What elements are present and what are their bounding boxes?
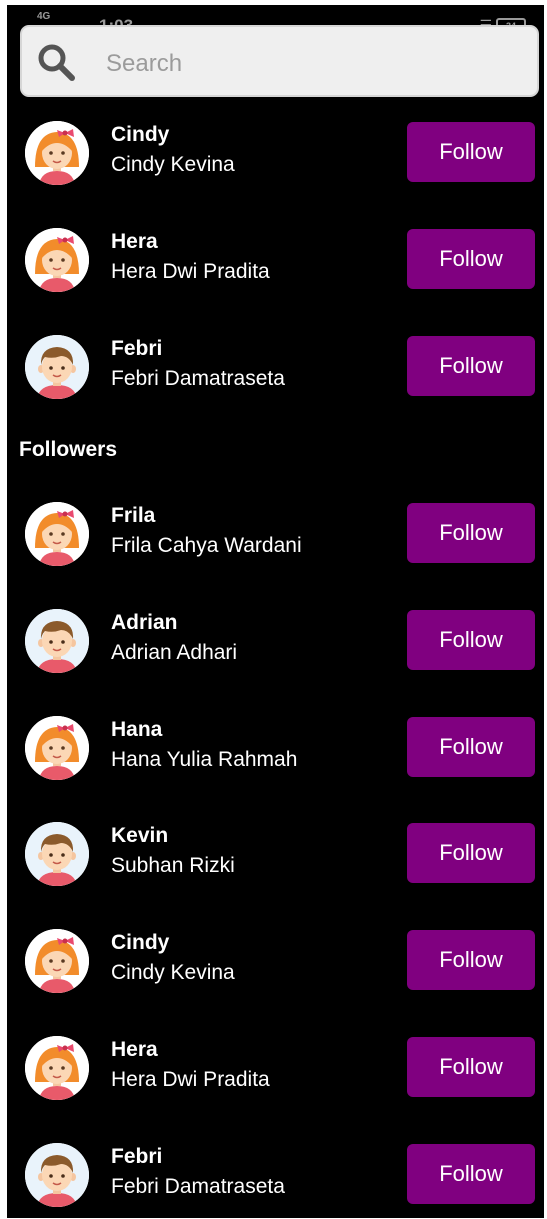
username: Cindy: [111, 123, 170, 146]
follow-button[interactable]: Follow: [407, 122, 535, 182]
app-screen: 4G 1:03 ☰ 34 Cindy Cindy Kevina Follow: [7, 5, 544, 1218]
username: Hera: [111, 230, 158, 253]
girl-avatar-icon: [25, 228, 89, 292]
girl-avatar-icon: [25, 502, 89, 566]
girl-avatar-icon: [25, 1036, 89, 1100]
list-item[interactable]: Adrian Adrian Adhari Follow: [7, 609, 544, 673]
full-name: Febri Damatraseta: [111, 1175, 285, 1198]
list-item[interactable]: Febri Febri Damatraseta Follow: [7, 335, 544, 399]
username: Kevin: [111, 824, 169, 847]
search-icon: [38, 44, 75, 81]
list-item[interactable]: Cindy Cindy Kevina Follow: [7, 929, 544, 993]
full-name: Frila Cahya Wardani: [111, 534, 302, 557]
list-item[interactable]: Kevin Subhan Rizki Follow: [7, 822, 544, 886]
list-item[interactable]: Febri Febri Damatraseta Follow: [7, 1143, 544, 1207]
follow-button[interactable]: Follow: [407, 503, 535, 563]
follow-button[interactable]: Follow: [407, 1144, 535, 1204]
username: Febri: [111, 1145, 163, 1168]
boy-avatar-icon: [25, 335, 89, 399]
list-item[interactable]: Hera Hera Dwi Pradita Follow: [7, 228, 544, 292]
full-name: Cindy Kevina: [111, 961, 235, 984]
list-item[interactable]: Frila Frila Cahya Wardani Follow: [7, 502, 544, 566]
list-item[interactable]: Hana Hana Yulia Rahmah Follow: [7, 716, 544, 780]
boy-avatar-icon: [25, 822, 89, 886]
follow-button[interactable]: Follow: [407, 717, 535, 777]
username: Adrian: [111, 611, 178, 634]
full-name: Febri Damatraseta: [111, 367, 285, 390]
follow-button[interactable]: Follow: [407, 930, 535, 990]
follow-button[interactable]: Follow: [407, 336, 535, 396]
boy-avatar-icon: [25, 609, 89, 673]
signal-indicator: 4G: [37, 11, 51, 22]
girl-avatar-icon: [25, 929, 89, 993]
full-name: Hana Yulia Rahmah: [111, 748, 298, 771]
list-item[interactable]: Cindy Cindy Kevina Follow: [7, 121, 544, 185]
follow-button[interactable]: Follow: [407, 823, 535, 883]
follow-button[interactable]: Follow: [407, 610, 535, 670]
full-name: Hera Dwi Pradita: [111, 260, 270, 283]
boy-avatar-icon: [25, 1143, 89, 1207]
full-name: Hera Dwi Pradita: [111, 1068, 270, 1091]
list-item[interactable]: Hera Hera Dwi Pradita Follow: [7, 1036, 544, 1100]
search-bar[interactable]: [20, 25, 539, 97]
follow-button[interactable]: Follow: [407, 1037, 535, 1097]
username: Cindy: [111, 931, 170, 954]
girl-avatar-icon: [25, 121, 89, 185]
follow-button[interactable]: Follow: [407, 229, 535, 289]
username: Hana: [111, 718, 163, 741]
full-name: Adrian Adhari: [111, 641, 238, 664]
username: Hera: [111, 1038, 158, 1061]
username: Frila: [111, 504, 156, 527]
search-input[interactable]: [104, 45, 528, 83]
full-name: Cindy Kevina: [111, 153, 235, 176]
username: Febri: [111, 337, 163, 360]
girl-avatar-icon: [25, 716, 89, 780]
full-name: Subhan Rizki: [111, 854, 235, 877]
followers-heading: Followers: [19, 438, 118, 461]
